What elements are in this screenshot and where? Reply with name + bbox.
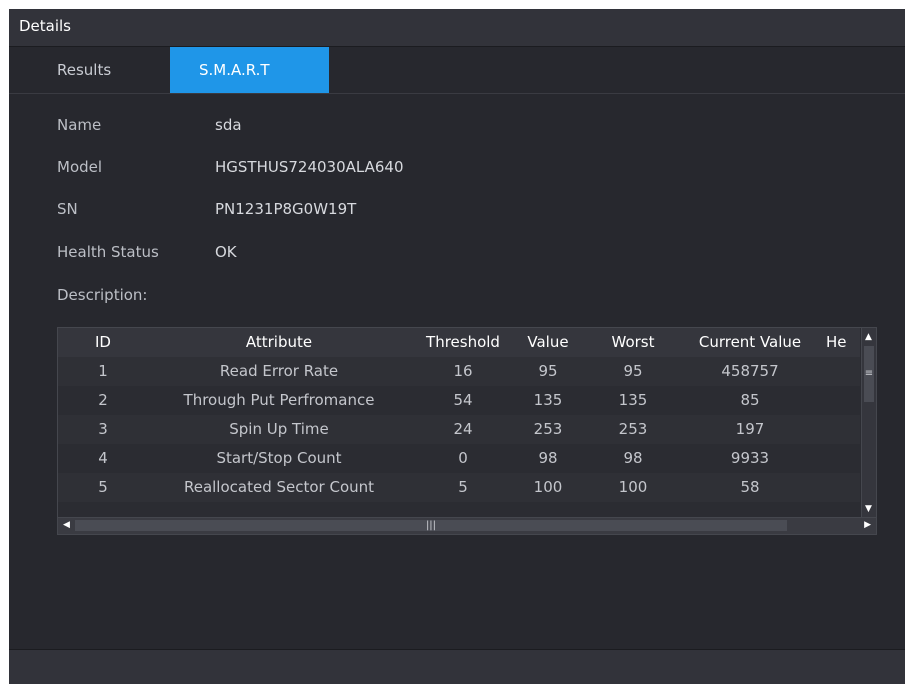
smart-attributes-table: ID Attribute Threshold Value Worst Curre… <box>57 327 877 535</box>
name-value: sda <box>215 116 242 134</box>
column-header-attribute[interactable]: Attribute <box>154 333 404 351</box>
table-header: ID Attribute Threshold Value Worst Curre… <box>58 328 860 357</box>
horizontal-scroll-thumb[interactable]: ||| <box>75 520 787 531</box>
vertical-scrollbar[interactable]: ▲ ≡ ▼ <box>861 328 876 518</box>
title-bar: Details <box>9 9 905 47</box>
table-row[interactable]: 2 Through Put Perfromance 54 135 135 85 <box>58 386 860 415</box>
cell-current-value: 58 <box>740 478 760 496</box>
cell-attribute: Read Error Rate <box>219 362 339 380</box>
cell-threshold: 16 <box>453 362 473 380</box>
tab-bar: Results S.M.A.R.T <box>9 47 905 94</box>
model-label: Model <box>57 158 103 176</box>
cell-worst: 95 <box>623 362 643 380</box>
cell-worst: 98 <box>623 449 643 467</box>
model-value: HGSTHUS724030ALA640 <box>215 158 404 176</box>
table-row[interactable]: 4 Start/Stop Count 0 98 98 9933 <box>58 444 860 473</box>
cell-worst: 253 <box>618 420 648 438</box>
cell-value: 135 <box>533 391 563 409</box>
cell-attribute: Start/Stop Count <box>216 449 342 467</box>
horizontal-scrollbar[interactable]: ◀ ||| ▶ <box>58 517 876 534</box>
cell-threshold: 24 <box>453 420 473 438</box>
cell-value: 95 <box>538 362 558 380</box>
table-row[interactable]: 1 Read Error Rate 16 95 95 458757 <box>58 357 860 386</box>
tab-results[interactable]: Results <box>57 47 157 93</box>
cell-id: 2 <box>98 391 108 409</box>
cell-attribute: Spin Up Time <box>229 420 329 438</box>
table-row[interactable]: 5 Reallocated Sector Count 5 100 100 58 <box>58 473 860 502</box>
grip-icon: ||| <box>425 520 437 531</box>
cell-attribute: Reallocated Sector Count <box>183 478 375 496</box>
cell-id: 5 <box>98 478 108 496</box>
description-label: Description: <box>57 286 148 304</box>
cell-value: 100 <box>533 478 563 496</box>
details-window: Details Results S.M.A.R.T Name sda Model… <box>9 9 905 684</box>
window-title: Details <box>19 17 72 35</box>
cell-id: 4 <box>98 449 108 467</box>
sn-value: PN1231P8G0W19T <box>215 200 357 218</box>
vertical-scroll-thumb[interactable]: ≡ <box>864 346 874 402</box>
column-header-threshold[interactable]: Threshold <box>413 333 513 351</box>
grip-icon: ≡ <box>864 368 874 379</box>
cell-current-value: 197 <box>735 420 765 438</box>
column-header-worst[interactable]: Worst <box>593 333 673 351</box>
cell-threshold: 5 <box>458 478 468 496</box>
tab-smart[interactable]: S.M.A.R.T <box>170 47 329 93</box>
cell-current-value: 85 <box>740 391 760 409</box>
up-arrow-icon[interactable]: ▲ <box>865 332 872 342</box>
cell-current-value: 9933 <box>730 449 770 467</box>
column-header-id[interactable]: ID <box>66 333 140 351</box>
column-header-health[interactable]: He <box>826 333 850 351</box>
cell-worst: 135 <box>618 391 648 409</box>
down-arrow-icon[interactable]: ▼ <box>865 504 872 514</box>
table-body: 1 Read Error Rate 16 95 95 458757 2 Thro… <box>58 357 860 502</box>
footer-bar <box>9 649 905 684</box>
cell-value: 98 <box>538 449 558 467</box>
table-row[interactable]: 3 Spin Up Time 24 253 253 197 <box>58 415 860 444</box>
cell-value: 253 <box>533 420 563 438</box>
right-arrow-icon[interactable]: ▶ <box>864 520 871 530</box>
health-status-label: Health Status <box>57 243 159 261</box>
column-header-current-value[interactable]: Current Value <box>685 333 815 351</box>
name-label: Name <box>57 116 102 134</box>
cell-worst: 100 <box>618 478 648 496</box>
cell-current-value: 458757 <box>721 362 779 380</box>
sn-label: SN <box>57 200 78 218</box>
cell-threshold: 54 <box>453 391 473 409</box>
cell-attribute: Through Put Perfromance <box>183 391 375 409</box>
left-arrow-icon[interactable]: ◀ <box>63 520 70 530</box>
cell-id: 3 <box>98 420 108 438</box>
health-status-value: OK <box>215 243 237 261</box>
column-header-value[interactable]: Value <box>513 333 583 351</box>
cell-threshold: 0 <box>458 449 468 467</box>
cell-id: 1 <box>98 362 108 380</box>
